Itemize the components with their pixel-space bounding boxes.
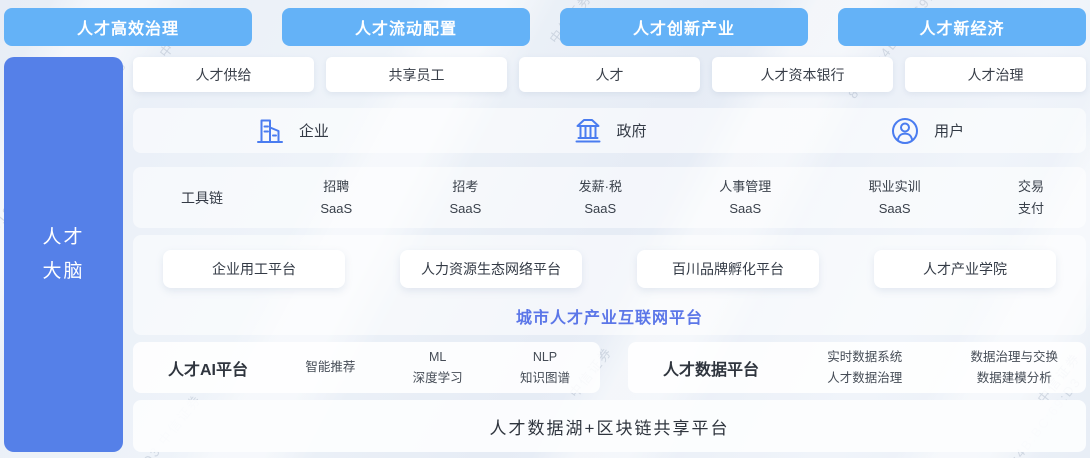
actor-label: 用户 — [934, 120, 964, 141]
category-button-mobility[interactable]: 人才流动配置 — [282, 8, 530, 46]
sidebar-talent-brain: 人才 大脑 — [4, 57, 123, 452]
city-platform-section: 企业用工平台 人力资源生态网络平台 百川品牌孵化平台 人才产业学院 城市人才产业… — [133, 235, 1086, 335]
category-button-innovation[interactable]: 人才创新产业 — [560, 8, 808, 46]
card-talent-governance[interactable]: 人才治理 — [905, 57, 1086, 92]
tool-item-line2: SaaS — [449, 198, 481, 220]
tool-item-line2: SaaS — [869, 198, 921, 220]
data-platform-title: 人才数据平台 — [663, 356, 759, 380]
card-shared-employees[interactable]: 共享员工 — [326, 57, 507, 92]
actor-government: 政府 — [451, 108, 769, 153]
category-button-new-economy[interactable]: 人才新经济 — [838, 8, 1086, 46]
building-icon — [255, 116, 285, 146]
tool-item-line2: SaaS — [320, 198, 352, 220]
toolchain-row: 工具链 招聘 SaaS 招考 SaaS 发薪·税 SaaS 人事管理 SaaS … — [133, 167, 1086, 228]
data-item-realtime-governance: 实时数据系统 人才数据治理 — [827, 347, 902, 389]
tool-item-line2: 支付 — [1018, 198, 1044, 220]
category-button-governance[interactable]: 人才高效治理 — [4, 8, 252, 46]
tool-item-payroll-tax: 发薪·税 SaaS — [579, 176, 622, 220]
ai-platform-title: 人才AI平台 — [168, 356, 248, 380]
tool-item-line1: 招聘 — [320, 176, 352, 198]
tool-item-vocational-training: 职业实训 SaaS — [869, 176, 921, 220]
tool-item-line1: 招考 — [449, 176, 481, 198]
top-category-row: 人才高效治理 人才流动配置 人才创新产业 人才新经济 — [4, 8, 1086, 46]
ai-item-line1: ML — [413, 347, 463, 368]
sidebar-title-line2: 大脑 — [42, 255, 84, 289]
tool-item-exam: 招考 SaaS — [449, 176, 481, 220]
actor-user: 用户 — [768, 108, 1086, 153]
actor-enterprise: 企业 — [133, 108, 451, 153]
ai-item-line1: 智能推荐 — [305, 357, 355, 378]
tool-item-line1: 发薪·税 — [579, 176, 622, 198]
ai-item-nlp-knowledge-graph: NLP 知识图谱 — [520, 347, 570, 389]
ai-item-line2: 深度学习 — [413, 368, 463, 389]
tool-item-line1: 交易 — [1018, 176, 1044, 198]
tool-item-hr-management: 人事管理 SaaS — [719, 176, 771, 220]
ai-item-ml-deep-learning: ML 深度学习 — [413, 347, 463, 389]
data-item-line1: 实时数据系统 — [827, 347, 902, 368]
ai-platform-card: 人才AI平台 智能推荐 ML 深度学习 NLP 知识图谱 — [133, 342, 600, 393]
tool-item-line2: SaaS — [719, 198, 771, 220]
data-item-line2: 人才数据治理 — [827, 368, 902, 389]
data-item-line2: 数据建模分析 — [970, 368, 1058, 389]
platform-button-talent-industry-college[interactable]: 人才产业学院 — [874, 250, 1056, 288]
data-lake-blockchain-bar: 人才数据湖+区块链共享平台 — [133, 400, 1086, 452]
data-item-line1: 数据治理与交换 — [970, 347, 1058, 368]
ai-item-line1: NLP — [520, 347, 570, 368]
data-lake-blockchain-label: 人才数据湖+区块链共享平台 — [490, 414, 730, 439]
government-icon — [573, 116, 603, 146]
actor-label: 企业 — [299, 120, 329, 141]
platform-button-baichuan-brand-incubation[interactable]: 百川品牌孵化平台 — [637, 250, 819, 288]
talent-brain-diagram: 中信证券 T013480 8C:C8:4B:BC:69:D3 8C:C8:4B:… — [0, 0, 1090, 458]
data-platform-card: 人才数据平台 实时数据系统 人才数据治理 数据治理与交换 数据建模分析 — [628, 342, 1086, 393]
tool-item-line1: 职业实训 — [869, 176, 921, 198]
tool-item-trade-payment: 交易 支付 — [1018, 176, 1044, 220]
platform-button-enterprise-employment[interactable]: 企业用工平台 — [163, 250, 345, 288]
card-talent-capital-bank[interactable]: 人才资本银行 — [712, 57, 893, 92]
toolchain-title: 工具链 — [181, 188, 223, 208]
card-talent-supply[interactable]: 人才供给 — [133, 57, 314, 92]
supply-cards-row: 人才供给 共享员工 人才 人才资本银行 人才治理 — [133, 57, 1086, 92]
user-icon — [890, 116, 920, 146]
card-talent[interactable]: 人才 — [519, 57, 700, 92]
platform-buttons-row: 企业用工平台 人力资源生态网络平台 百川品牌孵化平台 人才产业学院 — [133, 235, 1086, 288]
tool-item-line1: 人事管理 — [719, 176, 771, 198]
sidebar-title-line1: 人才 — [42, 221, 84, 255]
actors-row: 企业 政府 用户 — [133, 108, 1086, 153]
ai-item-smart-recommendation: 智能推荐 — [305, 357, 355, 378]
city-platform-caption: 城市人才产业互联网平台 — [133, 304, 1086, 328]
tool-item-line2: SaaS — [579, 198, 622, 220]
platform-button-hr-ecology-network[interactable]: 人力资源生态网络平台 — [400, 250, 582, 288]
ai-item-line2: 知识图谱 — [520, 368, 570, 389]
actor-label: 政府 — [617, 120, 647, 141]
data-item-exchange-modeling: 数据治理与交换 数据建模分析 — [970, 347, 1058, 389]
tool-item-recruiting: 招聘 SaaS — [320, 176, 352, 220]
